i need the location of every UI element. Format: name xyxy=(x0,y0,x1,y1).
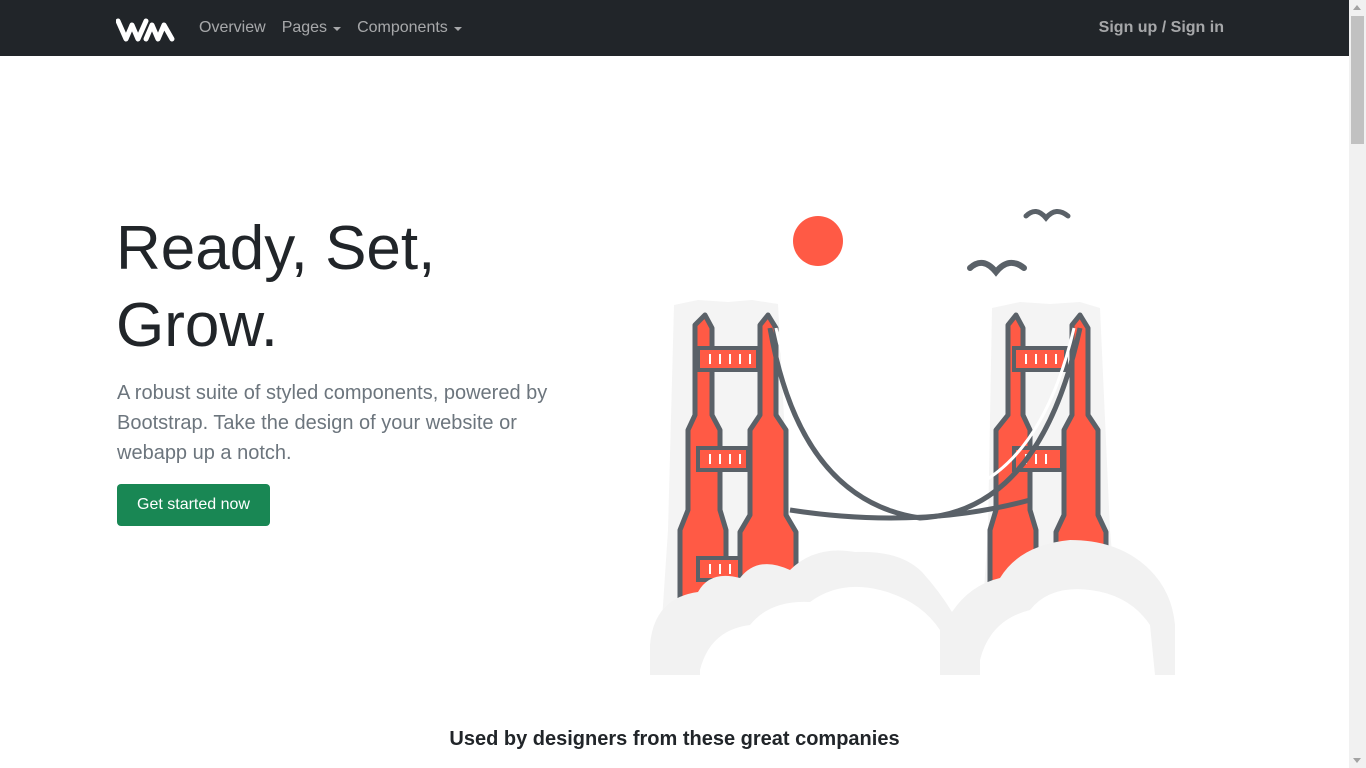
golden-gate-bridge-illustration-icon xyxy=(650,209,1175,675)
nav-links: Overview Pages Components xyxy=(199,0,478,56)
hero-title-line-2: Grow. xyxy=(116,291,278,360)
companies-heading: Used by designers from these great compa… xyxy=(449,728,900,750)
nav-link-label: Overview xyxy=(199,19,266,36)
get-started-button[interactable]: Get started now xyxy=(117,484,270,526)
scrollbar-thumb[interactable] xyxy=(1351,16,1364,144)
nav-link-label: Components xyxy=(357,19,448,36)
page-scrollbar[interactable] xyxy=(1349,0,1366,768)
top-navbar: Overview Pages Components Sign up / Sign… xyxy=(0,0,1349,56)
scroll-down-icon[interactable] xyxy=(1353,758,1361,763)
nav-link-components[interactable]: Components xyxy=(357,19,462,37)
hero-description: A robust suite of styled components, pow… xyxy=(117,382,548,464)
nav-link-pages[interactable]: Pages xyxy=(281,19,342,37)
signup-signin-link[interactable]: Sign up / Sign in xyxy=(1099,0,1224,56)
wm-logo-icon[interactable] xyxy=(116,15,176,43)
nav-link-label: Pages xyxy=(281,19,328,36)
scroll-up-icon[interactable] xyxy=(1353,5,1361,10)
hero-title: Ready, Set, Grow. xyxy=(116,210,576,364)
caret-down-icon xyxy=(333,27,342,31)
caret-down-icon xyxy=(453,27,462,31)
nav-link-overview[interactable]: Overview xyxy=(199,19,266,37)
hero-title-line-1: Ready, Set, xyxy=(116,214,436,283)
